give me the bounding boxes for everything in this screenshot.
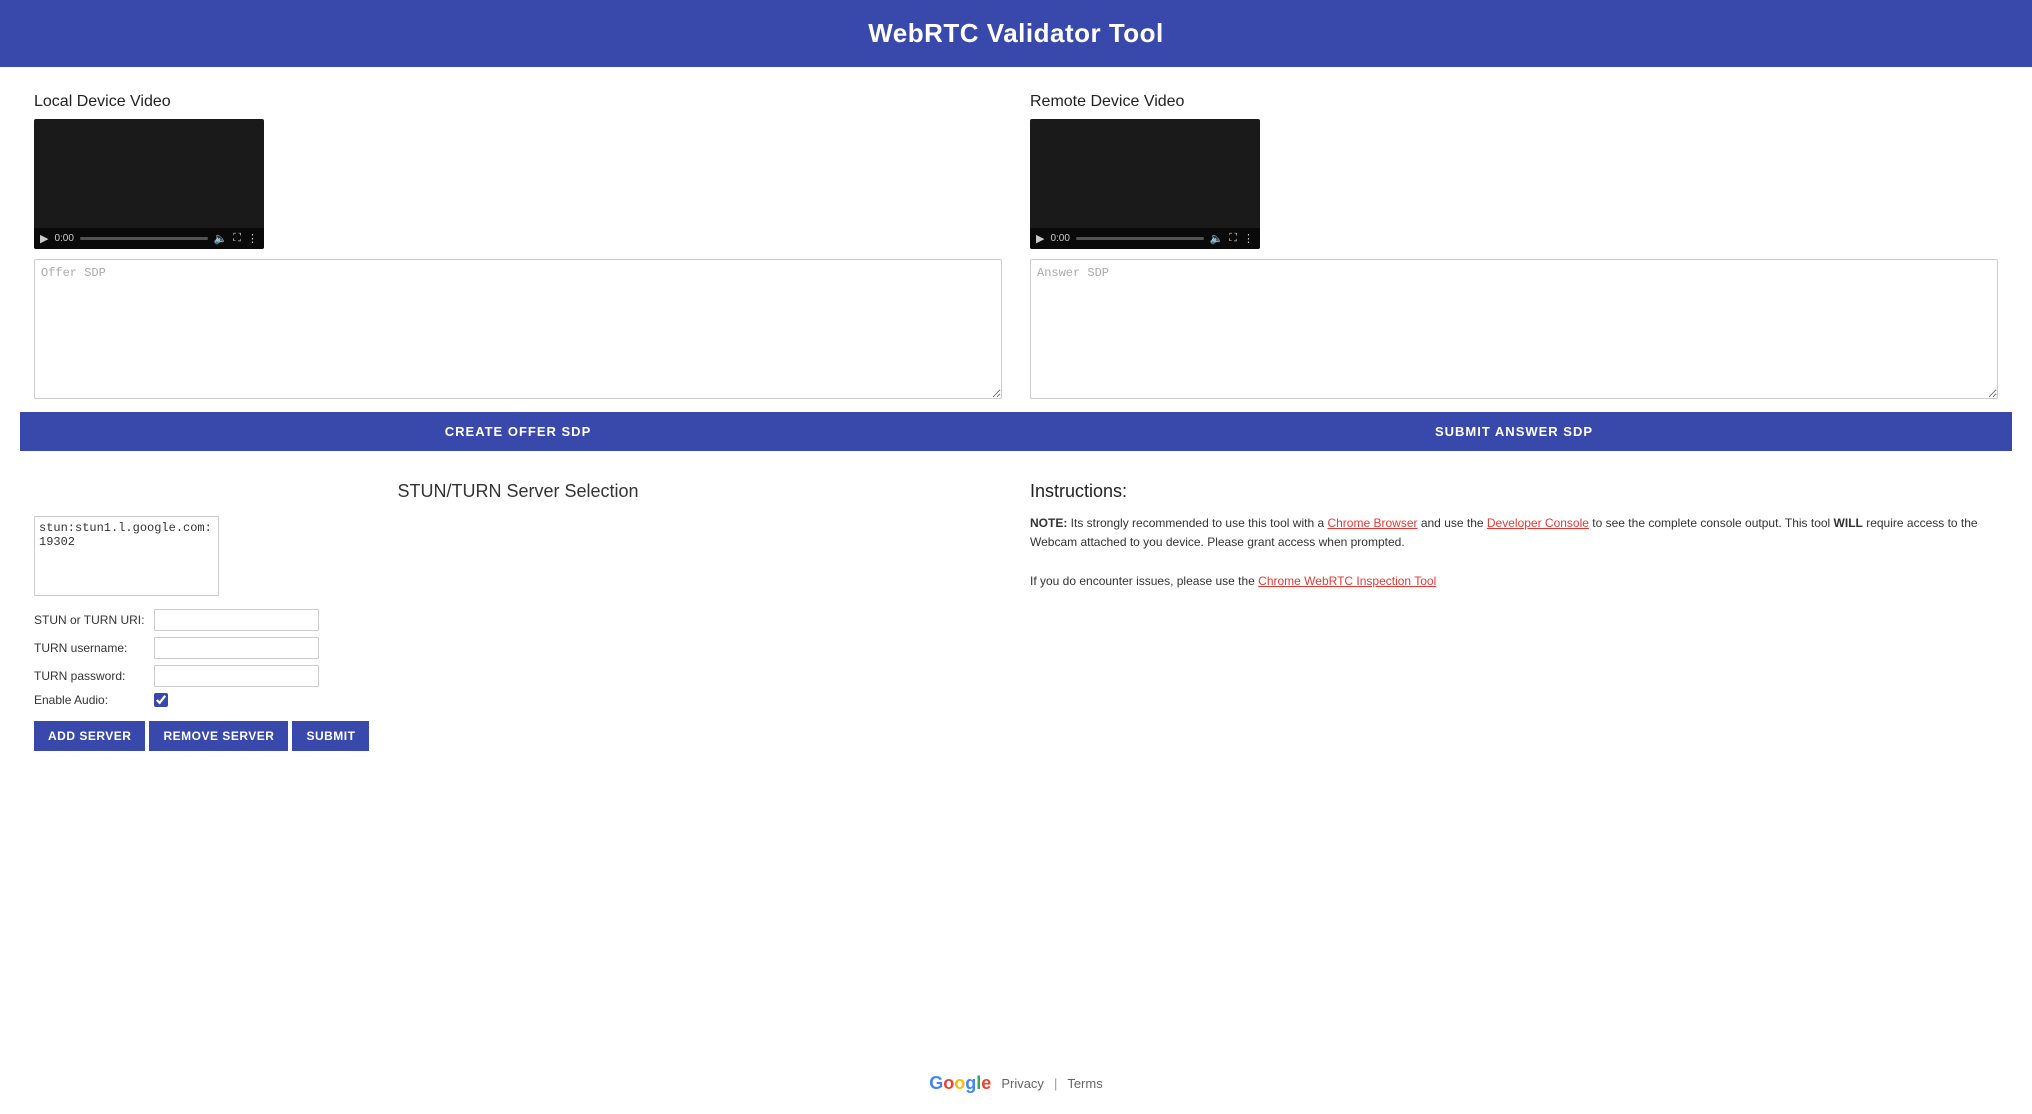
remote-video-box: ▶ 0:00 🔈 ⛶ ⋮ bbox=[1030, 119, 1260, 249]
remote-video-panel: Remote Device Video ▶ 0:00 🔈 ⛶ ⋮ bbox=[1016, 83, 2012, 412]
remote-video-controls: ▶ 0:00 🔈 ⛶ ⋮ bbox=[1030, 228, 1260, 249]
turn-password-label: TURN password: bbox=[34, 669, 154, 683]
remote-video-title: Remote Device Video bbox=[1030, 93, 1998, 111]
top-section: Local Device Video ▶ 0:00 🔈 ⛶ ⋮ Remote D… bbox=[20, 83, 2012, 412]
local-fullscreen-icon[interactable]: ⛶ bbox=[233, 232, 241, 245]
create-offer-button[interactable]: CREATE OFFER SDP bbox=[20, 412, 1016, 451]
server-list-textarea[interactable]: stun:stun1.l.google.com:19302 bbox=[34, 516, 219, 596]
answer-sdp-textarea[interactable] bbox=[1030, 259, 1998, 399]
local-play-button[interactable]: ▶ bbox=[40, 232, 48, 245]
footer-divider: | bbox=[1054, 1076, 1057, 1091]
button-bar: CREATE OFFER SDP SUBMIT ANSWER SDP bbox=[20, 412, 2012, 451]
local-video-title: Local Device Video bbox=[34, 93, 1002, 111]
instructions-note: NOTE: Its strongly recommended to use th… bbox=[1030, 514, 1998, 591]
offer-sdp-textarea[interactable] bbox=[34, 259, 1002, 399]
stun-uri-input[interactable] bbox=[154, 609, 319, 631]
remote-fullscreen-icon[interactable]: ⛶ bbox=[1229, 232, 1237, 245]
remove-server-button[interactable]: REMOVE SERVER bbox=[149, 721, 288, 751]
note-text2: and use the bbox=[1418, 516, 1487, 530]
privacy-link[interactable]: Privacy bbox=[1001, 1076, 1044, 1091]
turn-username-input[interactable] bbox=[154, 637, 319, 659]
stun-uri-row: STUN or TURN URI: bbox=[34, 609, 1002, 631]
main-content: Local Device Video ▶ 0:00 🔈 ⛶ ⋮ Remote D… bbox=[0, 67, 2032, 1053]
note-text1: Its strongly recommended to use this too… bbox=[1067, 516, 1327, 530]
turn-username-row: TURN username: bbox=[34, 637, 1002, 659]
action-buttons: ADD SERVER REMOVE SERVER SUBMIT bbox=[34, 721, 1002, 751]
remote-more-icon[interactable]: ⋮ bbox=[1243, 232, 1254, 245]
remote-video-progress bbox=[1076, 237, 1204, 240]
turn-username-label: TURN username: bbox=[34, 641, 154, 655]
webrtc-inspection-link[interactable]: Chrome WebRTC Inspection Tool bbox=[1258, 574, 1436, 588]
local-video-box: ▶ 0:00 🔈 ⛶ ⋮ bbox=[34, 119, 264, 249]
stun-turn-section: STUN/TURN Server Selection stun:stun1.l.… bbox=[20, 471, 1016, 761]
page-title: WebRTC Validator Tool bbox=[18, 18, 2014, 49]
local-video-progress bbox=[80, 237, 208, 240]
chrome-browser-link[interactable]: Chrome Browser bbox=[1327, 516, 1417, 530]
local-video-controls: ▶ 0:00 🔈 ⛶ ⋮ bbox=[34, 228, 264, 249]
note-bold: NOTE: bbox=[1030, 516, 1067, 530]
developer-console-link[interactable]: Developer Console bbox=[1487, 516, 1589, 530]
note-text5: If you do encounter issues, please use t… bbox=[1030, 574, 1258, 588]
remote-play-button[interactable]: ▶ bbox=[1036, 232, 1044, 245]
turn-password-row: TURN password: bbox=[34, 665, 1002, 687]
stun-turn-title: STUN/TURN Server Selection bbox=[34, 481, 1002, 502]
instructions-section: Instructions: NOTE: Its strongly recomme… bbox=[1016, 471, 2012, 761]
submit-form-button[interactable]: SUBMIT bbox=[292, 721, 369, 751]
turn-password-input[interactable] bbox=[154, 665, 319, 687]
google-logo: Google bbox=[929, 1073, 991, 1094]
enable-audio-checkbox[interactable] bbox=[154, 693, 168, 707]
stun-uri-label: STUN or TURN URI: bbox=[34, 613, 154, 627]
remote-video-time: 0:00 bbox=[1050, 233, 1069, 244]
local-video-panel: Local Device Video ▶ 0:00 🔈 ⛶ ⋮ bbox=[20, 83, 1016, 412]
local-volume-icon[interactable]: 🔈 bbox=[214, 232, 228, 245]
enable-audio-label: Enable Audio: bbox=[34, 693, 154, 707]
will-bold: WILL bbox=[1834, 516, 1863, 530]
local-video-time: 0:00 bbox=[54, 233, 73, 244]
page-header: WebRTC Validator Tool bbox=[0, 0, 2032, 67]
remote-volume-icon[interactable]: 🔈 bbox=[1210, 232, 1224, 245]
note-text3: to see the complete console output. This… bbox=[1589, 516, 1834, 530]
enable-audio-row: Enable Audio: bbox=[34, 693, 1002, 707]
add-server-button[interactable]: ADD SERVER bbox=[34, 721, 145, 751]
footer: Google Privacy | Terms bbox=[0, 1053, 2032, 1114]
bottom-section: STUN/TURN Server Selection stun:stun1.l.… bbox=[20, 471, 2012, 761]
local-more-icon[interactable]: ⋮ bbox=[247, 232, 258, 245]
terms-link[interactable]: Terms bbox=[1067, 1076, 1102, 1091]
instructions-title: Instructions: bbox=[1030, 481, 1998, 502]
submit-answer-button[interactable]: SUBMIT ANSWER SDP bbox=[1016, 412, 2012, 451]
